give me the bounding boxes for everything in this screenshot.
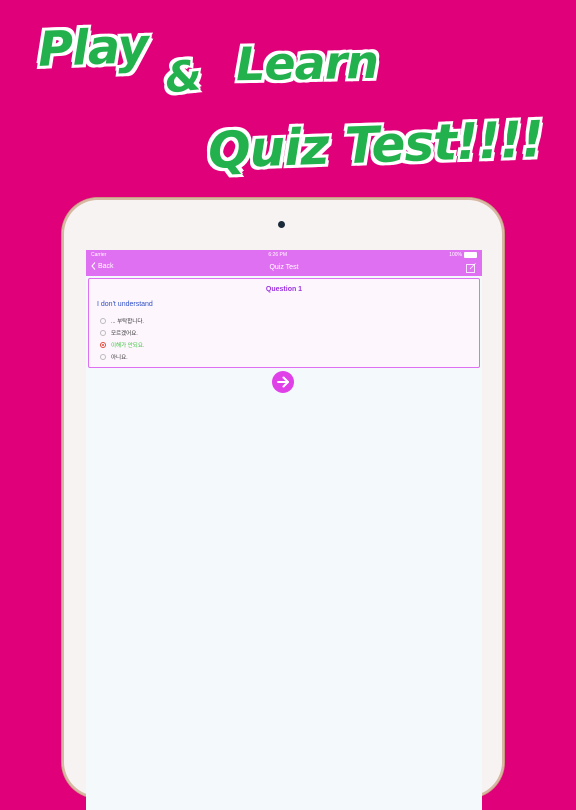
arrow-right-icon	[277, 376, 289, 388]
radio-button[interactable]	[100, 318, 106, 324]
question-card: Question 1 I don't understand ... 부탁합니다.…	[88, 278, 480, 368]
answer-option[interactable]: 아니요.	[100, 351, 479, 363]
status-time: 6:26 PM	[268, 251, 288, 258]
tablet-device-frame: Carrier 6:26 PM 100% Back Quiz Test Ques…	[62, 198, 504, 810]
promo-quiz-test: Quiz Test!!!!	[207, 110, 545, 180]
promo-ampersand: &	[162, 50, 204, 103]
promo-learn: Learn	[235, 34, 379, 92]
radio-button[interactable]	[100, 354, 106, 360]
status-carrier: Carrier	[91, 251, 107, 258]
camera-icon	[278, 221, 285, 228]
next-question-button[interactable]	[272, 371, 294, 393]
answer-label: 아니요.	[111, 355, 128, 361]
compose-icon[interactable]	[466, 263, 476, 273]
promo-play: Play	[37, 18, 149, 78]
answer-label: 모르겠어요.	[111, 331, 138, 337]
question-number: Question 1	[265, 286, 303, 293]
radio-button[interactable]	[100, 330, 106, 336]
answer-label: ... 부탁합니다.	[111, 319, 144, 325]
answer-option[interactable]: ... 부탁합니다.	[100, 315, 479, 327]
navigation-bar: Back Quiz Test	[86, 259, 482, 276]
app-screen: Carrier 6:26 PM 100% Back Quiz Test Ques…	[86, 250, 482, 810]
status-battery-group: 100%	[449, 251, 477, 258]
status-battery-percent: 100%	[449, 251, 462, 258]
battery-icon	[463, 251, 477, 258]
answer-options: ... 부탁합니다. 모르겠어요. 이해가 안되요. 아니요.	[100, 315, 479, 363]
radio-button-selected[interactable]	[100, 342, 106, 348]
back-label: Back	[98, 262, 114, 270]
nav-title: Quiz Test	[269, 264, 299, 271]
back-button[interactable]: Back	[91, 262, 114, 270]
answer-option[interactable]: 모르겠어요.	[100, 327, 479, 339]
question-text: I don't understand	[97, 301, 153, 308]
chevron-left-icon	[91, 262, 96, 270]
answer-label: 이해가 안되요.	[111, 343, 145, 349]
answer-option-selected[interactable]: 이해가 안되요.	[100, 339, 479, 351]
status-bar: Carrier 6:26 PM 100%	[86, 250, 482, 259]
